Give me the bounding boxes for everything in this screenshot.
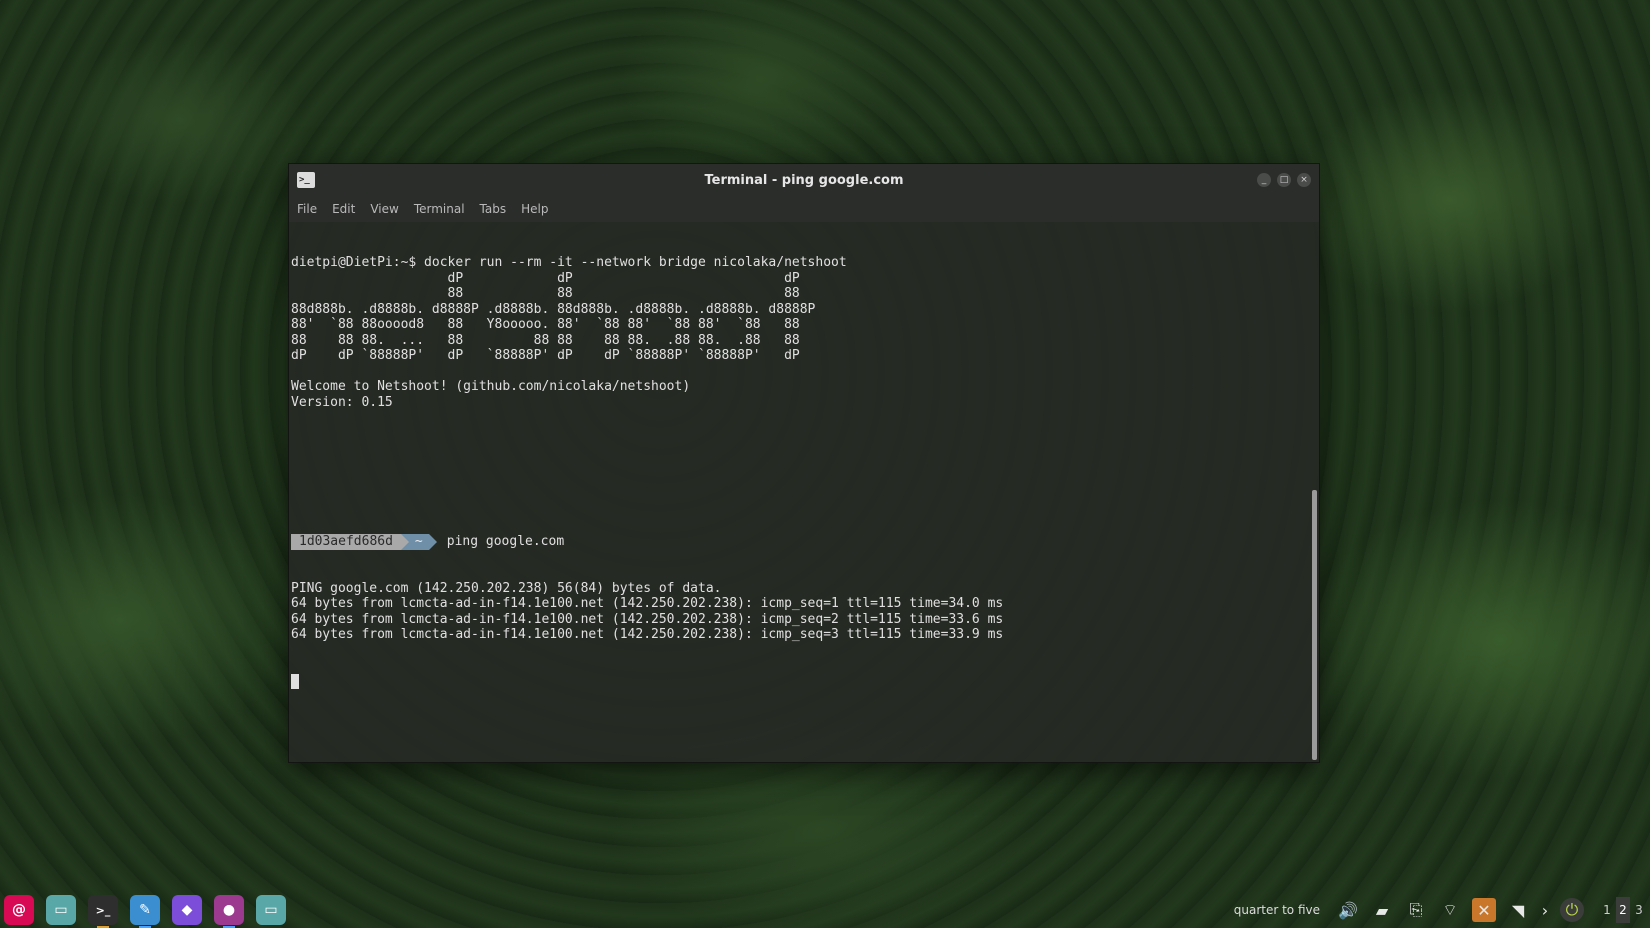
volume-icon[interactable]: 🔊: [1336, 898, 1360, 922]
menu-help[interactable]: Help: [521, 202, 548, 216]
network-icon[interactable]: ⌔: [1438, 898, 1462, 922]
prompt-arrow-icon: [428, 533, 437, 550]
terminal-line: dietpi@DietPi:~$ docker run --rm -it --n…: [291, 255, 847, 270]
minimize-button[interactable]: _: [1257, 173, 1271, 187]
terminal-line: dP dP `88888P' dP `88888P' dP dP `88888P…: [291, 348, 800, 363]
expand-icon[interactable]: ›: [1540, 898, 1550, 922]
scrollbar-thumb[interactable]: [1312, 490, 1317, 760]
logout-icon[interactable]: ⏻: [1560, 898, 1584, 922]
taskbar: @ ▭ >_ ✎ ◆ ● ▭ quarter to five 🔊 ▰ ⎘ ⌔ ✕ ◥ › ⏻ 123: [0, 892, 1650, 928]
folder-icon[interactable]: ▭: [256, 895, 286, 925]
terminal-icon[interactable]: >_: [88, 895, 118, 928]
menu-tabs[interactable]: Tabs: [480, 202, 507, 216]
obsidian-icon[interactable]: ◆: [172, 895, 202, 925]
terminal-window[interactable]: >_ Terminal - ping google.com _ □ × File…: [288, 163, 1320, 763]
text-editor-icon[interactable]: ✎: [130, 895, 160, 928]
prompt-separator-icon: [400, 533, 409, 550]
folder-glyph: ▭: [264, 902, 278, 918]
ping-output-line: 64 bytes from lcmcta-ad-in-f14.1e100.net…: [291, 627, 1004, 642]
notes-icon[interactable]: ▰: [1370, 898, 1394, 922]
app-tray-icon[interactable]: ✕: [1472, 898, 1496, 922]
text-editor-glyph: ✎: [139, 902, 151, 918]
terminal-line: 88d888b. .d8888b. d8888P .d8888b. 88d888…: [291, 301, 816, 317]
terminal-line: dP dP dP: [291, 270, 800, 286]
workspace-switcher: 123: [1600, 897, 1646, 923]
app-launcher: @ ▭ >_ ✎ ◆ ● ▭: [0, 895, 286, 928]
maximize-button[interactable]: □: [1277, 173, 1291, 187]
debian-menu-glyph: @: [12, 902, 26, 918]
ping-output-line: 64 bytes from lcmcta-ad-in-f14.1e100.net…: [291, 596, 1004, 611]
terminal-line: 88' `88 88ooood8 88 Y8ooooo. 88' `88 88'…: [291, 317, 800, 332]
window-titlebar[interactable]: >_ Terminal - ping google.com _ □ ×: [289, 164, 1319, 196]
terminal-output[interactable]: dietpi@DietPi:~$ docker run --rm -it --n…: [289, 222, 1309, 762]
firefox-icon[interactable]: ●: [214, 895, 244, 928]
system-tray: quarter to five 🔊 ▰ ⎘ ⌔ ✕ ◥ › ⏻ 123: [1234, 897, 1650, 923]
terminal-icon: >_: [297, 172, 315, 188]
file-manager-glyph: ▭: [54, 902, 68, 918]
menu-terminal[interactable]: Terminal: [414, 202, 465, 216]
terminal-line: 88 88 88. ... 88 88 88 88 88. .88 88. .8…: [291, 332, 800, 348]
terminal-glyph: >_: [95, 903, 111, 917]
workspace-3[interactable]: 3: [1632, 897, 1646, 923]
terminal-line: Welcome to Netshoot! (github.com/nicolak…: [291, 379, 691, 394]
prompt-hostname: 1d03aefd686d: [291, 534, 401, 550]
obsidian-glyph: ◆: [181, 902, 193, 918]
debian-menu-icon[interactable]: @: [4, 895, 34, 925]
ping-output-line: PING google.com (142.250.202.238) 56(84)…: [291, 580, 722, 596]
menu-file[interactable]: File: [297, 202, 317, 216]
menu-edit[interactable]: Edit: [332, 202, 355, 216]
prompt-command: ping google.com: [446, 534, 565, 549]
wifi-icon[interactable]: ◥: [1506, 898, 1530, 922]
terminal-line: 88 88 88: [291, 286, 800, 301]
menu-bar: File Edit View Terminal Tabs Help: [289, 196, 1319, 222]
terminal-scrollbar[interactable]: [1311, 222, 1317, 760]
shell-prompt: 1d03aefd686d ~ ping google.com: [291, 533, 1307, 550]
window-title: Terminal - ping google.com: [704, 172, 904, 188]
workspace-1[interactable]: 1: [1600, 897, 1614, 923]
menu-view[interactable]: View: [370, 202, 398, 216]
firefox-glyph: ●: [222, 902, 236, 918]
file-manager-icon[interactable]: ▭: [46, 895, 76, 925]
text-cursor: [291, 673, 299, 689]
ping-output-line: 64 bytes from lcmcta-ad-in-f14.1e100.net…: [291, 611, 1004, 627]
prompt-directory: ~: [408, 534, 429, 550]
clipboard-icon[interactable]: ⎘: [1404, 898, 1428, 922]
terminal-line: Version: 0.15: [291, 394, 393, 410]
workspace-2[interactable]: 2: [1616, 897, 1630, 923]
clock[interactable]: quarter to five: [1234, 903, 1320, 917]
close-button[interactable]: ×: [1297, 173, 1311, 187]
